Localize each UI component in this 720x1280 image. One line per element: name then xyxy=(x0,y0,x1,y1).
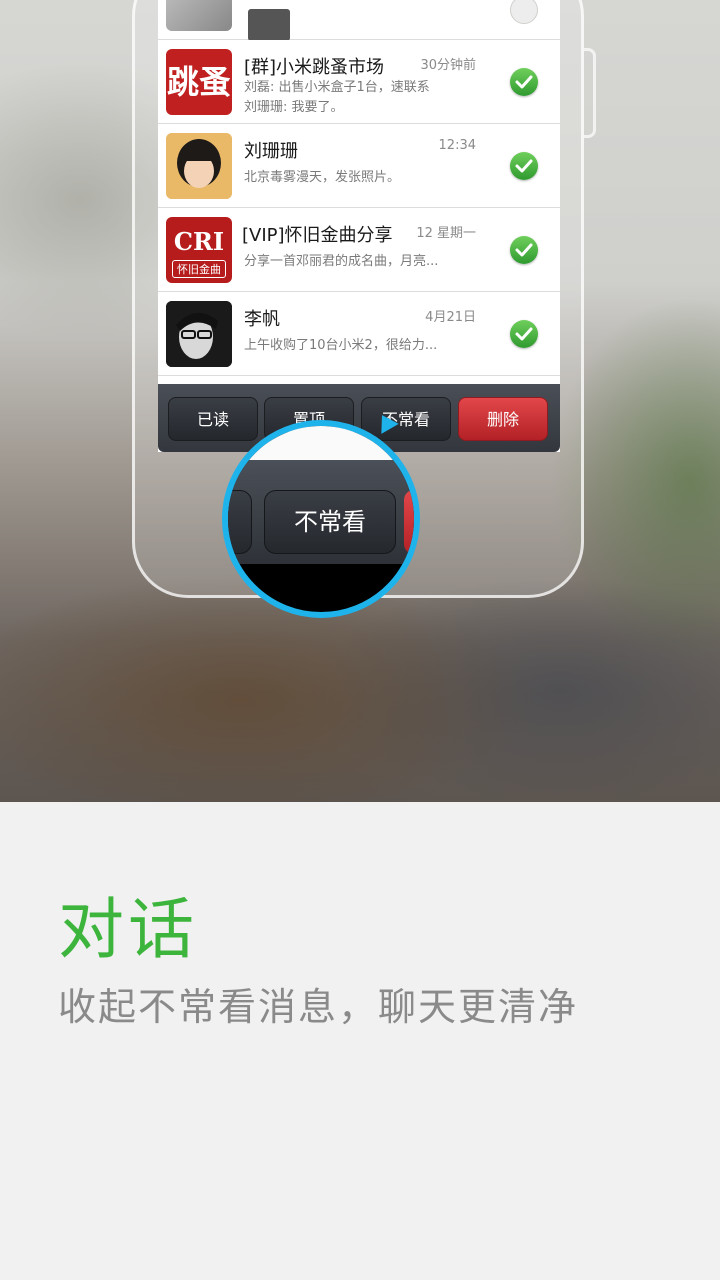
conversation-list-screen: 跳蚤 [群]小米跳蚤市场 30分钟前 刘磊: 出售小米盒子1台，速联系 刘珊珊:… xyxy=(158,0,560,452)
conversation-time: 12:34 xyxy=(436,138,476,153)
conversation-preview: 刘磊: 出售小米盒子1台，速联系 刘珊珊: 我要了。 xyxy=(244,78,492,118)
magnifier-screen-edge xyxy=(228,426,414,460)
conversation-row[interactable]: CRI 怀旧金曲 12 星期一 [VIP]怀旧金曲分享 分享一首邓丽君的成名曲，… xyxy=(158,208,560,292)
conversation-name: 刘珊珊 xyxy=(244,141,298,162)
avatar-text: 跳蚤 xyxy=(166,63,231,101)
checkmark-icon[interactable] xyxy=(510,236,538,264)
avatar: 跳蚤 xyxy=(166,49,232,115)
conversation-time: 30分钟前 xyxy=(418,54,476,73)
avatar-text: CRI xyxy=(173,227,225,256)
conversation-row[interactable] xyxy=(158,0,560,41)
preview-line: 刘磊: 出售小米盒子1台，速联系 xyxy=(244,80,430,95)
avatar xyxy=(166,133,232,199)
checkmark-icon[interactable] xyxy=(510,320,538,348)
feature-title: 对话 xyxy=(58,891,198,968)
magnifier-button-left xyxy=(228,490,252,554)
conversation-row[interactable]: 李帆 4月21日 上午收购了10台小米2，很给力... xyxy=(158,292,560,376)
preview-line: 刘珊珊: 我要了。 xyxy=(244,100,344,115)
conversation-row[interactable]: 刘珊珊 12:34 北京毒雾漫天，发张照片。 xyxy=(158,124,560,208)
conversation-time: 12 星期一 xyxy=(414,222,476,241)
hero-background: 跳蚤 [群]小米跳蚤市场 30分钟前 刘磊: 出售小米盒子1台，速联系 刘珊珊:… xyxy=(0,0,720,802)
checkmark-icon[interactable] xyxy=(510,68,538,96)
conversation-name: [群]小米跳蚤市场 xyxy=(244,57,385,78)
conversation-preview: 北京毒雾漫天，发张照片。 xyxy=(244,170,401,185)
feature-subtitle: 收起不常看消息，聊天更清净 xyxy=(58,985,579,1029)
checkmark-icon[interactable] xyxy=(510,152,538,180)
conversation-time: 4月21日 xyxy=(423,306,476,325)
phone-side-button xyxy=(584,48,596,138)
conversation-name: [VIP]怀旧金曲分享 xyxy=(242,225,393,246)
delete-button[interactable]: 删除 xyxy=(458,397,548,441)
conversation-preview: 分享一首邓丽君的成名曲，月亮... xyxy=(244,254,439,269)
magnifier-callout: 不常看 xyxy=(222,420,420,618)
conversation-name: 李帆 xyxy=(244,309,280,330)
avatar-subtext: 怀旧金曲 xyxy=(172,260,226,278)
checkbox-unchecked-icon[interactable] xyxy=(510,0,538,24)
thumbnail-image xyxy=(248,9,290,41)
avatar xyxy=(166,0,232,31)
conversation-row[interactable]: 跳蚤 [群]小米跳蚤市场 30分钟前 刘磊: 出售小米盒子1台，速联系 刘珊珊:… xyxy=(158,40,560,124)
conversation-preview: 上午收购了10台小米2，很给力... xyxy=(244,338,438,353)
magnifier-infrequent-button: 不常看 xyxy=(264,490,396,554)
avatar: CRI 怀旧金曲 xyxy=(166,217,232,283)
avatar xyxy=(166,301,232,367)
